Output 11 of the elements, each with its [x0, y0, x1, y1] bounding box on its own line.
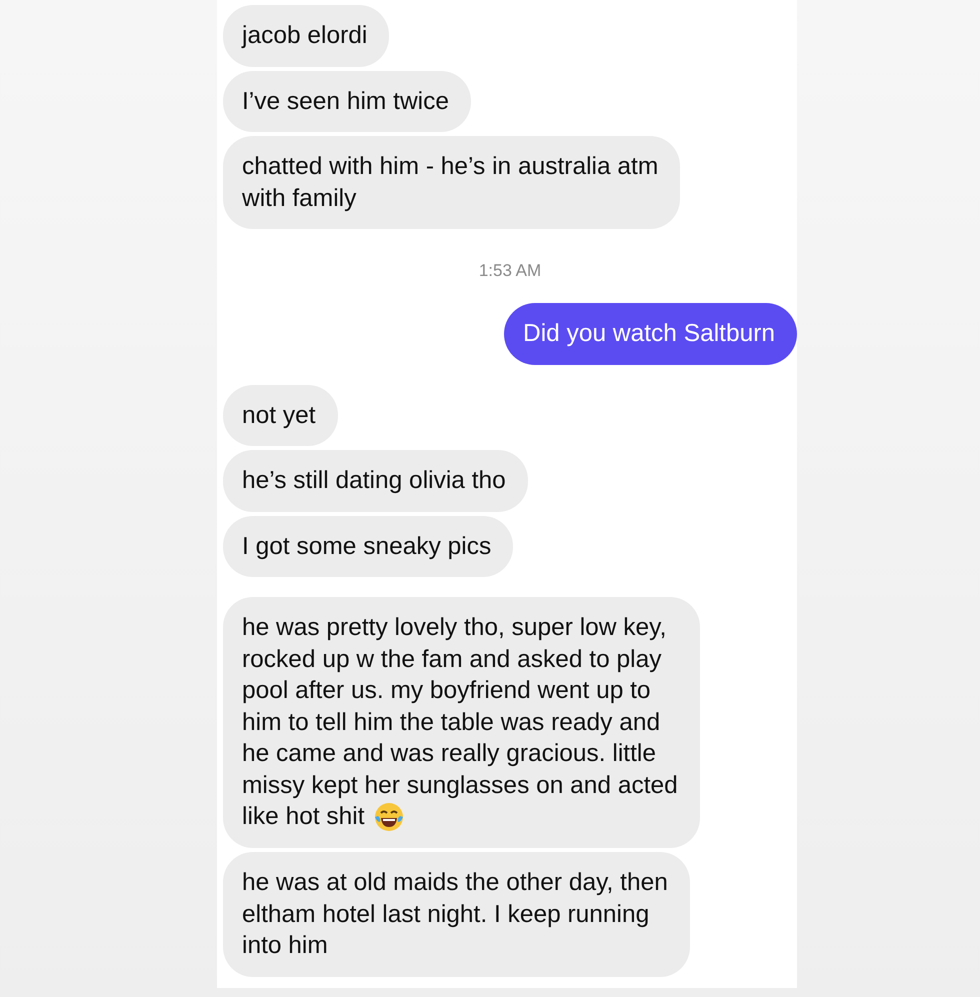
message-text: I got some sneaky pics — [242, 532, 492, 562]
message-text: I’ve seen him twice — [242, 86, 449, 116]
message-text: chatted with him - he’s in australia atm with family — [242, 152, 658, 214]
laughing-emoji-icon — [372, 801, 405, 833]
message-text: he was at old maids the other day, then eltham hotel last night. I keep running into him — [242, 868, 668, 961]
message-text: Did you watch Saltburn — [523, 319, 775, 349]
message-text: jacob elordi — [242, 21, 368, 51]
timestamp: 1:53 AM — [478, 261, 542, 281]
message-text: not yet — [242, 400, 316, 430]
message-text: he’s still dating olivia tho — [242, 466, 506, 496]
message-text: like hot shit — [242, 802, 365, 832]
